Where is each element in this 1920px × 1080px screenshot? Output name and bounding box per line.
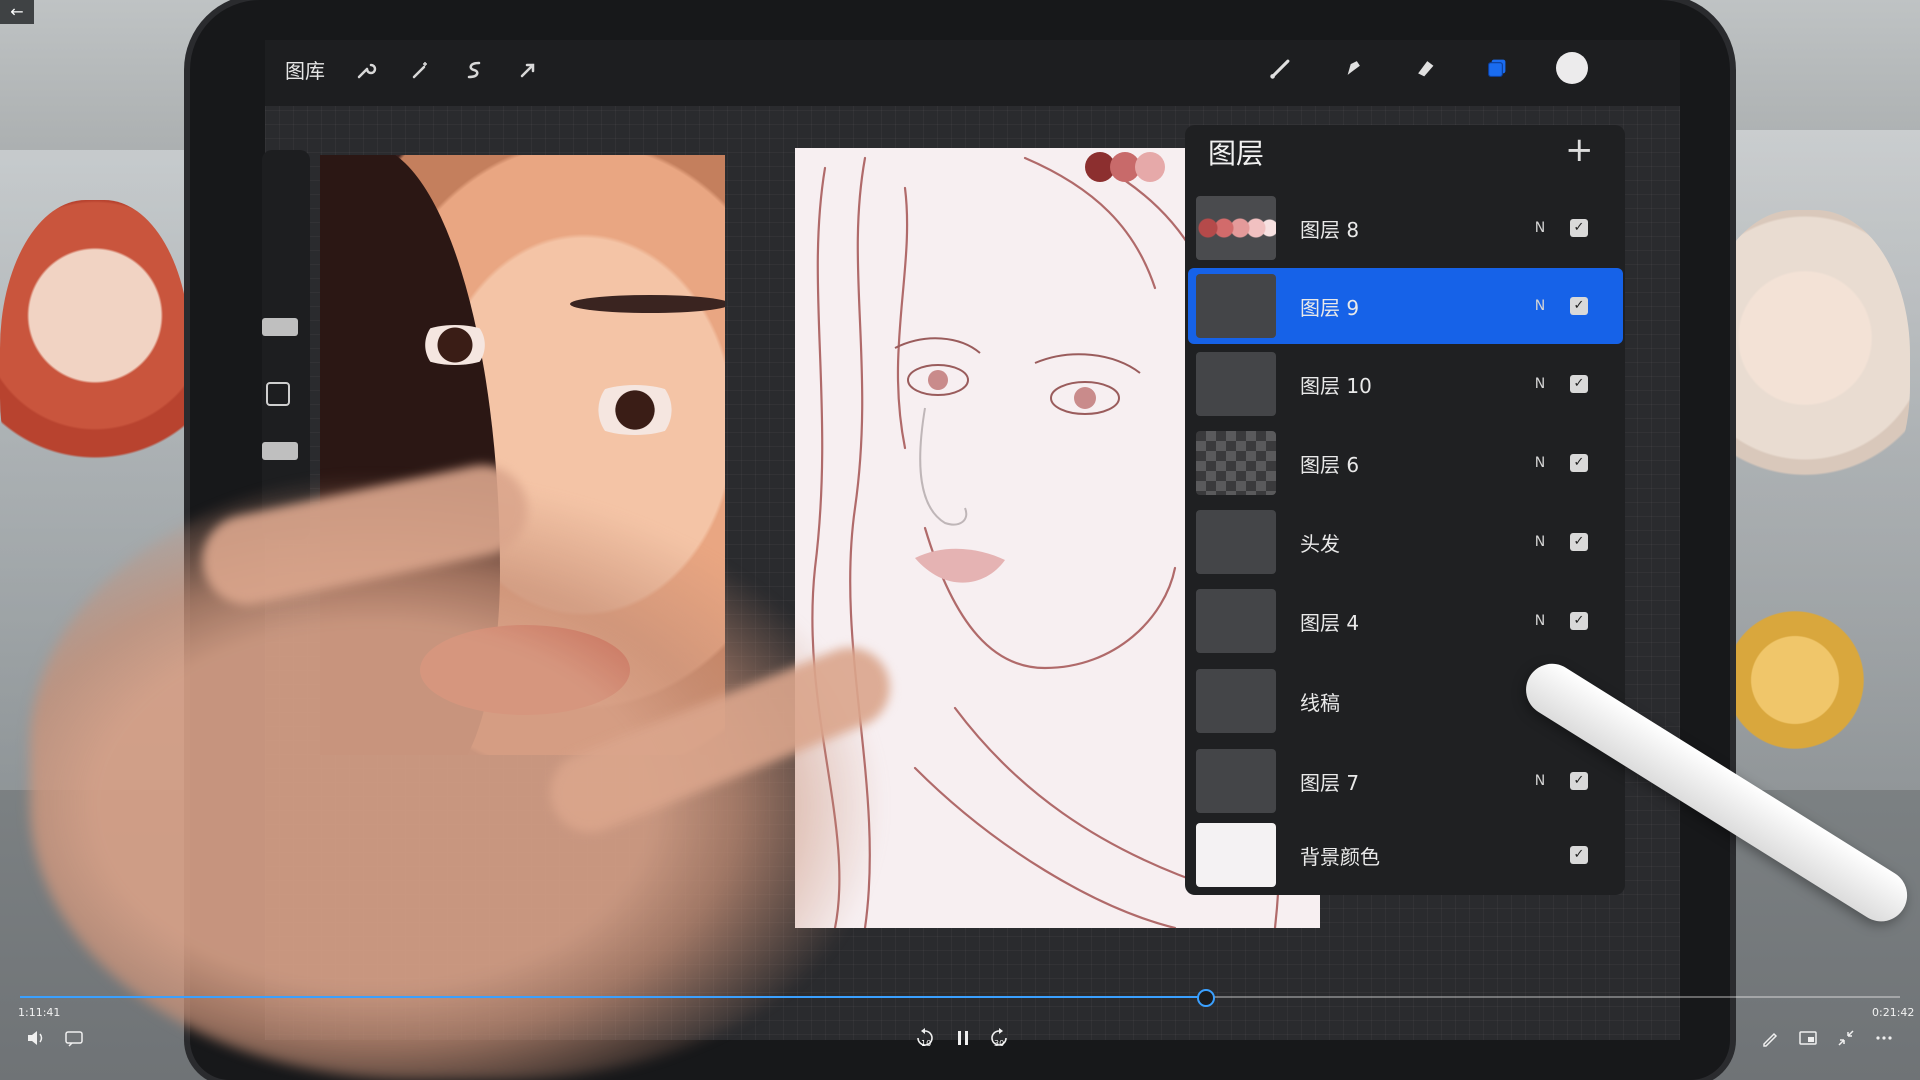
layer-thumbnail[interactable] [1196, 352, 1276, 416]
opacity-handle[interactable] [262, 442, 298, 460]
blend-mode-button[interactable]: N [1520, 220, 1560, 236]
layer-visibility-checkbox[interactable]: ✓ [1570, 772, 1588, 790]
blend-mode-button[interactable]: N [1520, 298, 1560, 314]
doll-figure-left [0, 200, 190, 530]
layer-row[interactable]: 图层 6 N ✓ [1188, 425, 1623, 501]
magic-wand-icon[interactable] [407, 57, 433, 83]
layer-row[interactable]: 图层 7 N ✓ [1188, 743, 1623, 819]
brush-icon[interactable] [1268, 55, 1294, 81]
doll-figure-right-lower [1710, 590, 1880, 770]
layer-name[interactable]: 图层 6 [1300, 449, 1520, 478]
layer-thumbnail[interactable] [1196, 669, 1276, 733]
layer-thumbnail[interactable] [1196, 589, 1276, 653]
palette-color-3[interactable] [1135, 152, 1165, 182]
blend-mode-button[interactable]: N [1520, 773, 1560, 789]
blend-mode-button[interactable]: N [1520, 376, 1560, 392]
hand-overlay [30, 470, 890, 1080]
layer-thumbnail[interactable] [1196, 196, 1276, 260]
timeline-played [20, 996, 1205, 998]
layer-row[interactable]: 背景颜色 ✓ [1188, 817, 1623, 893]
layer-row[interactable]: 头发 N ✓ [1188, 504, 1623, 580]
modify-button[interactable] [266, 382, 290, 406]
add-layer-button[interactable]: + [1565, 130, 1594, 170]
forward-seconds: 30 [994, 1039, 1005, 1048]
layer-thumbnail[interactable] [1196, 749, 1276, 813]
layer-row[interactable]: 图层 8 N ✓ [1188, 190, 1623, 266]
layer-name[interactable]: 头发 [1300, 528, 1520, 557]
layer-row[interactable]: 图层 9 N ✓ [1188, 268, 1623, 344]
layer-thumbnail[interactable] [1196, 274, 1276, 338]
remaining-time: 0:21:42 [1872, 1006, 1915, 1019]
layer-name[interactable]: 图层 9 [1300, 292, 1520, 321]
layer-visibility-checkbox[interactable]: ✓ [1570, 612, 1588, 630]
color-picker-button[interactable] [1556, 52, 1588, 84]
blend-mode-button[interactable]: N [1520, 534, 1560, 550]
layer-thumbnail[interactable] [1196, 823, 1276, 887]
layer-name[interactable]: 背景颜色 [1300, 841, 1520, 870]
subtitles-icon[interactable] [64, 1028, 84, 1052]
layer-visibility-checkbox[interactable]: ✓ [1570, 533, 1588, 551]
selection-icon[interactable] [461, 57, 487, 83]
layer-row[interactable]: 图层 4 N ✓ [1188, 583, 1623, 659]
pause-icon[interactable] [956, 1028, 970, 1053]
doll-figure-right [1700, 210, 1910, 530]
blend-mode-button[interactable]: N [1520, 613, 1560, 629]
more-options-icon[interactable] [1874, 1028, 1894, 1053]
minimize-icon[interactable] [1836, 1028, 1856, 1053]
wrench-icon[interactable] [353, 57, 379, 83]
layer-name[interactable]: 图层 8 [1300, 214, 1520, 243]
blend-mode-button[interactable]: N [1520, 455, 1560, 471]
back-button[interactable]: ← [0, 0, 34, 24]
layer-visibility-checkbox[interactable]: ✓ [1570, 454, 1588, 472]
layer-thumbnail[interactable] [1196, 510, 1276, 574]
rewind-seconds: 10 [921, 1039, 932, 1048]
toolbar-right-group [1268, 52, 1588, 84]
pencil-edit-icon[interactable] [1760, 1028, 1780, 1053]
layer-row[interactable]: 图层 10 N ✓ [1188, 346, 1623, 422]
layer-name[interactable]: 图层 4 [1300, 607, 1520, 636]
toolbar-left-group: 图库 [285, 55, 541, 84]
transform-arrow-icon[interactable] [515, 57, 541, 83]
layer-name[interactable]: 线稿 [1300, 687, 1520, 716]
layer-thumbnail[interactable] [1196, 431, 1276, 495]
layer-name[interactable]: 图层 10 [1300, 370, 1520, 399]
layer-visibility-checkbox[interactable]: ✓ [1570, 375, 1588, 393]
volume-icon[interactable] [26, 1028, 46, 1052]
layer-visibility-checkbox[interactable]: ✓ [1570, 297, 1588, 315]
eraser-icon[interactable] [1412, 55, 1438, 81]
smudge-icon[interactable] [1340, 55, 1366, 81]
video-timeline[interactable] [20, 989, 1900, 1007]
layer-name[interactable]: 图层 7 [1300, 767, 1520, 796]
layer-visibility-checkbox[interactable]: ✓ [1570, 219, 1588, 237]
layers-panel-title: 图层 [1208, 137, 1265, 170]
layers-icon[interactable] [1484, 55, 1510, 81]
gallery-button[interactable]: 图库 [285, 55, 325, 84]
brush-size-handle[interactable] [262, 318, 298, 336]
layer-visibility-checkbox[interactable]: ✓ [1570, 846, 1588, 864]
elapsed-time: 1:11:41 [18, 1006, 61, 1019]
picture-in-picture-icon[interactable] [1798, 1028, 1818, 1053]
